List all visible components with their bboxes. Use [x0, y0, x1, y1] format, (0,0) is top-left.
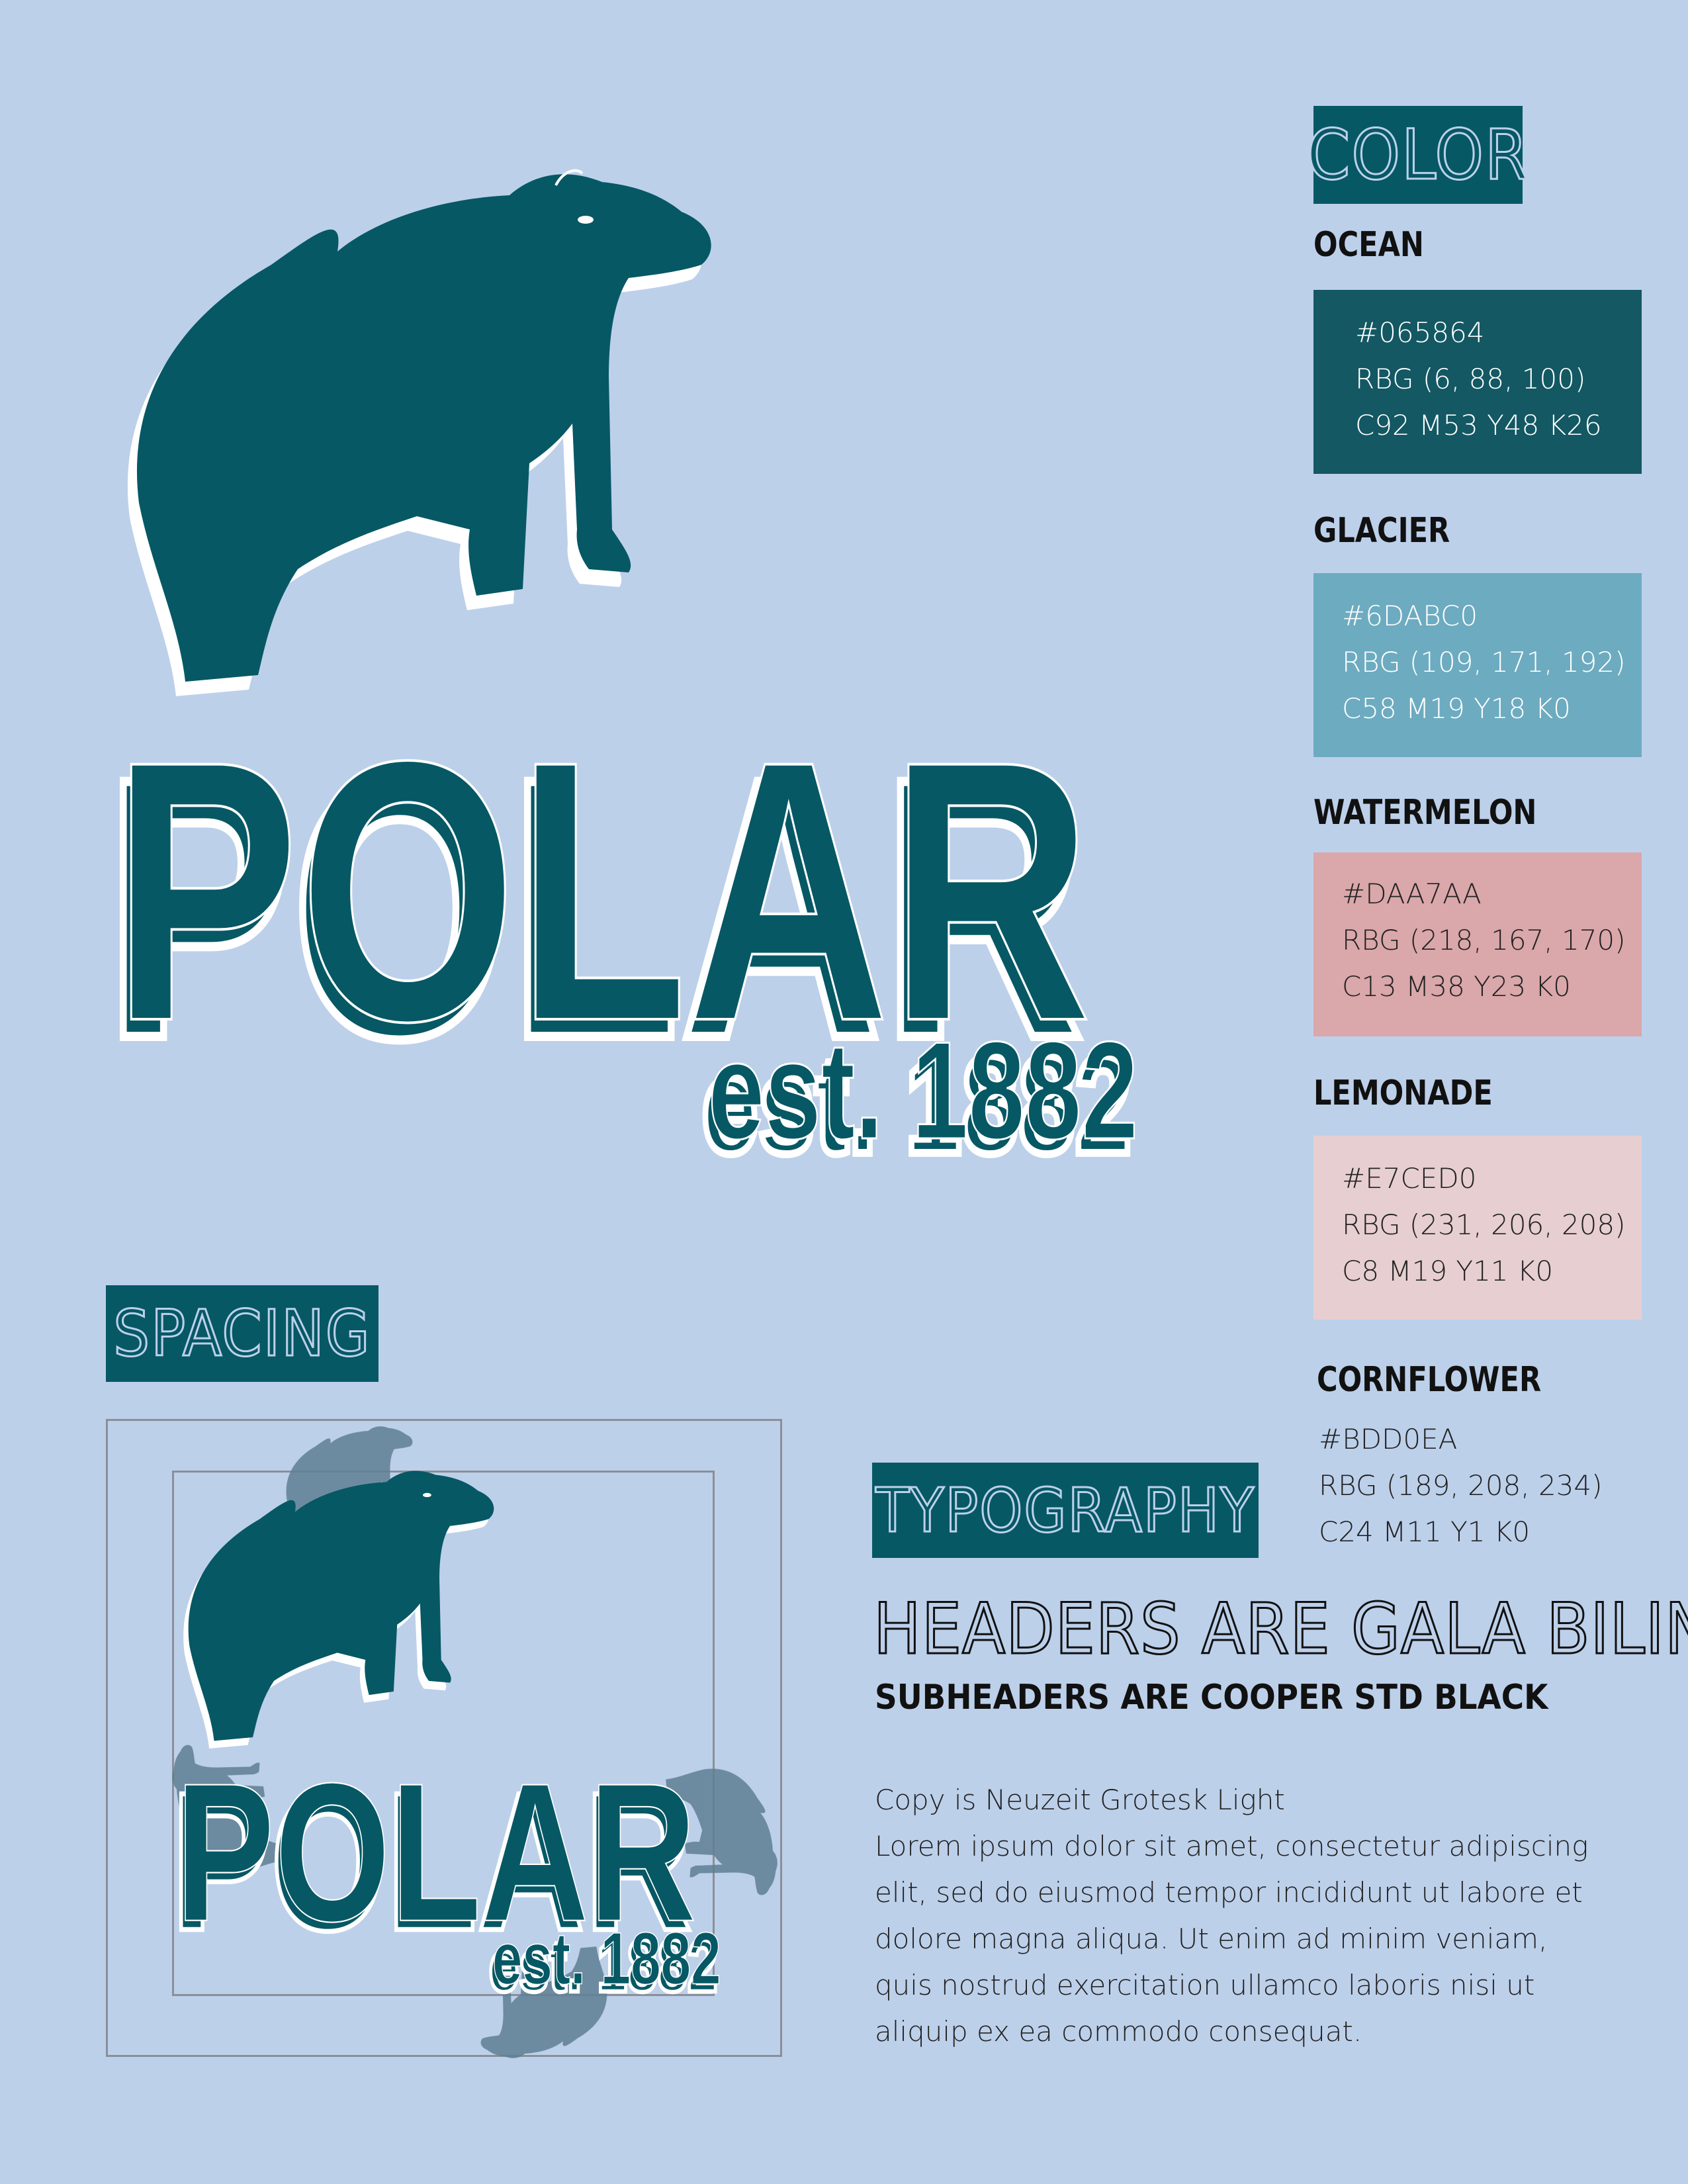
subheader-font-sample: SUBHEADERS ARE COOPER STD BLACK — [875, 1678, 1548, 1717]
polar-bear-icon — [183, 1471, 494, 1749]
copy-sample-line: elit, sed do eiusmod tempor incididunt u… — [875, 1876, 1583, 1909]
swatch-cmyk: C13 M38 Y23 K0 — [1342, 970, 1571, 1003]
copy-font-title: Copy is Neuzeit Grotesk Light — [875, 1784, 1285, 1816]
swatch-cmyk: C8 M19 Y11 K0 — [1342, 1255, 1554, 1287]
swatch-hex: #6DABC0 — [1342, 600, 1478, 632]
swatch-rgb: RBG (218, 167, 170) — [1342, 924, 1626, 956]
polar-bear-icon — [127, 169, 711, 696]
swatch-name-glacier: GLACIER — [1313, 511, 1450, 551]
typography-section-header: TYPOGRAPHY — [872, 1463, 1259, 1558]
swatch-cornflower: #BDD0EA RBG (189, 208, 234) C24 M11 Y1 K… — [1317, 1410, 1645, 1562]
swatch-name-watermelon: WATERMELON — [1313, 793, 1537, 833]
swatch-rgb: RBG (189, 208, 234) — [1319, 1469, 1603, 1502]
polar-logo: POLAR POLAR est. 1882 est. 1882 — [100, 169, 1139, 1187]
swatch-name-lemonade: LEMONADE — [1313, 1073, 1493, 1113]
copy-sample-line: dolore magna aliqua. Ut enim ad minim ve… — [875, 1923, 1548, 1955]
swatch-name-cornflower: CORNFLOWER — [1317, 1360, 1542, 1400]
swatch-hex: #E7CED0 — [1342, 1162, 1477, 1195]
swatch-name-ocean: OCEAN — [1313, 225, 1424, 265]
swatch-cmyk: C58 M19 Y18 K0 — [1342, 692, 1571, 725]
swatch-ocean: #065864 RBG (6, 88, 100) C92 M53 Y48 K26 — [1313, 290, 1642, 474]
polar-logo-small: POLAR POLAR est. 1882 est. 1882 — [169, 1471, 721, 2009]
swatch-rgb: RBG (109, 171, 192) — [1342, 646, 1626, 678]
swatch-hex: #BDD0EA — [1319, 1423, 1458, 1455]
color-section-header: COLOR — [1306, 106, 1529, 204]
spacing-section-header: SPACING — [106, 1285, 378, 1382]
header-font-sample: HEADERS ARE GALA BILINE — [873, 1588, 1688, 1671]
swatch-watermelon: #DAA7AA RBG (218, 167, 170) C13 M38 Y23 … — [1313, 852, 1642, 1036]
swatch-hex: #DAA7AA — [1342, 878, 1482, 910]
copy-sample-line: quis nostrud exercitation ullamco labori… — [875, 1969, 1535, 2001]
swatch-lemonade: #E7CED0 RBG (231, 206, 208) C8 M19 Y11 K… — [1313, 1136, 1642, 1320]
swatch-cmyk: C92 M53 Y48 K26 — [1355, 409, 1602, 441]
swatch-hex: #065864 — [1355, 316, 1485, 349]
swatch-rgb: RBG (6, 88, 100) — [1355, 363, 1586, 395]
logo-tagline: est. 1882 — [708, 1013, 1138, 1168]
logo-tagline: est. 1882 — [492, 1917, 721, 1999]
copy-sample-line: Lorem ipsum dolor sit amet, consectetur … — [875, 1830, 1589, 1862]
swatch-cmyk: C24 M11 Y1 K0 — [1319, 1516, 1531, 1548]
copy-sample-line: aliquip ex ea commodo consequat. — [875, 2015, 1362, 2048]
swatch-rgb: RBG (231, 206, 208) — [1342, 1208, 1626, 1241]
swatch-glacier: #6DABC0 RBG (109, 171, 192) C58 M19 Y18 … — [1313, 573, 1642, 757]
